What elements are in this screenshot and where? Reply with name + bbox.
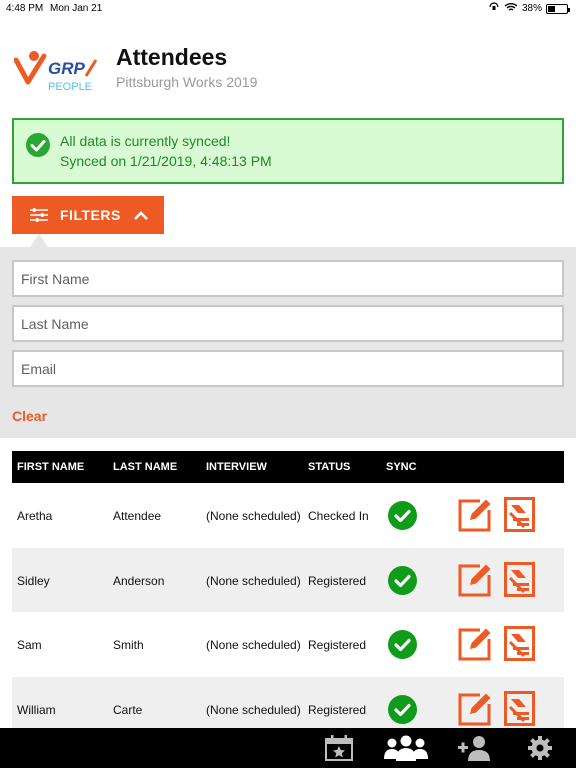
check-in-button[interactable] [504, 497, 535, 532]
column-header-sync: SYNC [386, 461, 417, 473]
tab-events[interactable] [324, 735, 354, 761]
page-title: Attendees [116, 44, 228, 70]
cell-interview: (None scheduled) [206, 509, 301, 523]
sliders-icon [30, 208, 48, 222]
filter-panel: Clear [0, 247, 576, 438]
table-row[interactable]: Aretha Attendee (None scheduled) Checked… [12, 483, 564, 547]
status-bar: 4:48 PM Mon Jan 21 38% [0, 0, 576, 18]
cell-first-name: Aretha [17, 509, 53, 523]
column-header-first-name: FIRST NAME [17, 461, 85, 473]
synced-check-icon [388, 501, 417, 530]
battery-icon [546, 3, 570, 14]
check-in-icon [504, 626, 535, 661]
cell-first-name: Sam [17, 638, 42, 652]
tab-add-attendee[interactable] [458, 735, 490, 761]
check-in-icon [504, 562, 535, 597]
first-name-filter-input[interactable] [12, 260, 564, 297]
table-row[interactable]: Sidley Anderson (None scheduled) Registe… [12, 548, 564, 612]
orientation-lock-icon [488, 2, 500, 15]
cell-status: Registered [308, 703, 367, 717]
edit-attendee-button[interactable] [458, 691, 493, 726]
cell-status: Checked In [308, 509, 369, 523]
gear-icon [528, 736, 552, 760]
cell-last-name: Anderson [113, 574, 165, 588]
check-in-icon [504, 497, 535, 532]
status-date: Mon Jan 21 [50, 3, 103, 14]
email-filter-input[interactable] [12, 350, 564, 387]
check-in-button[interactable] [504, 626, 535, 661]
table-row[interactable]: Sam Smith (None scheduled) Registered [12, 612, 564, 676]
cell-interview: (None scheduled) [206, 638, 301, 652]
synced-check-icon [388, 695, 417, 724]
chevron-up-icon [133, 211, 148, 220]
cell-interview: (None scheduled) [206, 574, 301, 588]
sync-status-banner: All data is currently synced! Synced on … [12, 118, 564, 184]
last-name-filter-input[interactable] [12, 305, 564, 342]
grp-people-logo: GRP PEOPLE [13, 46, 102, 93]
cell-first-name: William [17, 703, 56, 717]
edit-attendee-button[interactable] [458, 497, 493, 532]
battery-percent: 38% [521, 3, 542, 14]
check-in-button[interactable] [504, 691, 535, 726]
column-header-last-name: LAST NAME [113, 461, 178, 473]
filters-label: FILTERS [60, 207, 121, 223]
edit-icon [458, 693, 491, 726]
cell-first-name: Sidley [17, 574, 50, 588]
status-right: 38% [488, 2, 570, 15]
filters-toggle-button[interactable]: FILTERS [12, 196, 164, 234]
cell-last-name: Attendee [113, 509, 162, 523]
wifi-icon [504, 2, 518, 15]
sync-message: All data is currently synced! [60, 133, 231, 149]
filter-panel-pointer [30, 234, 48, 247]
cell-status: Registered [308, 638, 367, 652]
column-header-status: STATUS [308, 461, 351, 473]
calendar-star-icon [325, 735, 353, 761]
edit-icon [458, 499, 491, 532]
page-subtitle: Pittsburgh Works 2019 [116, 74, 258, 90]
edit-icon [458, 564, 491, 597]
svg-text:PEOPLE: PEOPLE [48, 81, 92, 92]
cell-interview: (None scheduled) [206, 703, 301, 717]
bottom-tab-bar [0, 728, 576, 768]
sync-timestamp: Synced on 1/21/2019, 4:48:13 PM [60, 153, 272, 169]
people-icon [384, 735, 428, 761]
check-in-button[interactable] [504, 562, 535, 597]
add-person-icon [458, 736, 490, 761]
table-header: FIRST NAME LAST NAME INTERVIEW STATUS SY… [12, 451, 564, 483]
page-header: GRP PEOPLE Attendees Pittsburgh Works 20… [13, 40, 574, 100]
column-header-interview: INTERVIEW [206, 461, 267, 473]
tab-settings[interactable] [527, 735, 553, 761]
cell-status: Registered [308, 574, 367, 588]
edit-icon [458, 628, 491, 661]
edit-attendee-button[interactable] [458, 626, 493, 661]
tab-attendees[interactable] [384, 735, 428, 761]
synced-check-icon [388, 630, 417, 659]
synced-check-icon [388, 566, 417, 595]
cell-last-name: Smith [113, 638, 144, 652]
check-circle-icon [26, 133, 50, 157]
cell-last-name: Carte [113, 703, 143, 717]
status-time: 4:48 PM [6, 3, 44, 14]
check-in-icon [504, 691, 535, 726]
edit-attendee-button[interactable] [458, 562, 493, 597]
svg-text:GRP: GRP [48, 59, 86, 78]
clear-filters-button[interactable]: Clear [12, 408, 47, 424]
